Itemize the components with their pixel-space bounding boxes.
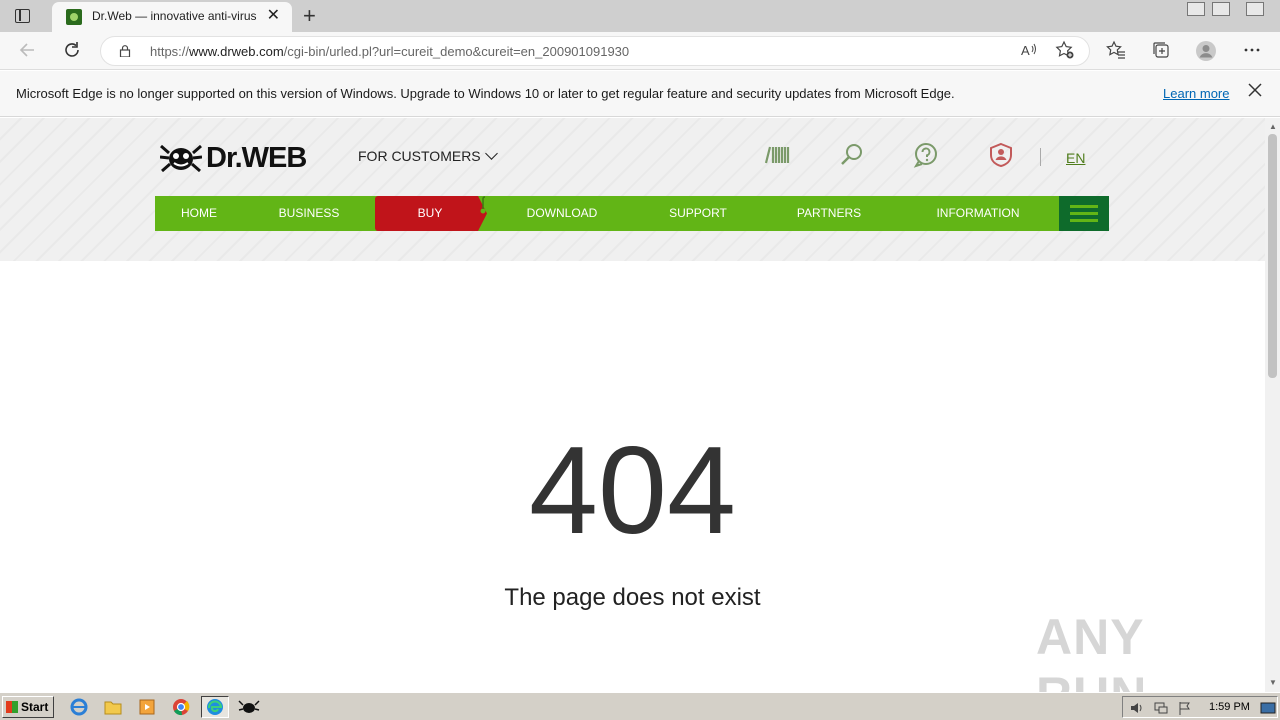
infobar-message: Microsoft Edge is no longer supported on… — [16, 86, 955, 101]
spider-logo-icon — [160, 144, 202, 173]
nav-home[interactable]: HOME — [155, 196, 243, 231]
nav-information[interactable]: INFORMATION — [925, 196, 1031, 231]
read-aloud-icon[interactable]: A — [1018, 40, 1040, 62]
add-favorite-icon[interactable] — [1054, 40, 1076, 62]
system-tray: 1:59 PM — [1122, 696, 1278, 718]
scroll-up-icon[interactable]: ▲ — [1269, 122, 1277, 131]
url-text[interactable]: https://www.drweb.com/cgi-bin/urled.pl?u… — [150, 44, 629, 59]
language-switch[interactable]: EN — [1066, 150, 1085, 166]
for-customers-dropdown[interactable]: FOR CUSTOMERS — [358, 147, 498, 164]
web-page: Dr.WEB FOR CUSTOMERS EN HOME BUSINESS BU… — [0, 118, 1265, 692]
edge-icon — [207, 699, 223, 715]
drweb-spider-taskbar-icon[interactable] — [238, 697, 260, 717]
nav-partners[interactable]: PARTNERS — [779, 196, 879, 231]
minimize-button[interactable] — [1184, 0, 1208, 18]
active-tab[interactable]: Dr.Web — innovative anti-virus ✕ — [52, 2, 292, 32]
chevron-down-icon — [484, 147, 498, 160]
chrome-icon[interactable] — [170, 697, 192, 717]
header-divider — [1040, 148, 1041, 166]
lock-icon[interactable] — [119, 45, 131, 57]
for-customers-label: FOR CUSTOMERS — [358, 148, 481, 164]
learn-more-link[interactable]: Learn more — [1163, 86, 1229, 101]
edge-taskbar-button[interactable] — [201, 696, 229, 718]
search-icon[interactable] — [839, 142, 865, 168]
new-tab-button[interactable]: + — [303, 3, 316, 29]
scroll-thumb[interactable] — [1268, 134, 1277, 378]
infobar-close-icon[interactable] — [1247, 81, 1263, 104]
help-icon[interactable] — [913, 142, 939, 168]
taskbar-clock[interactable]: 1:59 PM — [1209, 701, 1250, 713]
svg-text:A: A — [1021, 43, 1030, 58]
nav-business[interactable]: BUSINESS — [255, 196, 363, 231]
tab-close-icon[interactable]: ✕ — [267, 7, 280, 25]
ie-icon[interactable] — [68, 697, 90, 717]
browser-toolbar: https://www.drweb.com/cgi-bin/urled.pl?u… — [0, 32, 1280, 70]
anyrun-watermark: ANY RUN — [1036, 609, 1146, 692]
media-player-icon[interactable] — [136, 697, 158, 717]
refresh-icon[interactable] — [61, 40, 83, 62]
hamburger-menu-icon[interactable] — [1059, 196, 1109, 231]
flag-icon[interactable] — [1177, 700, 1193, 716]
folder-icon[interactable] — [102, 697, 124, 717]
drweb-favicon-icon — [66, 9, 82, 25]
favorites-icon[interactable] — [1105, 40, 1127, 62]
logo-text: Dr.WEB — [206, 141, 307, 174]
error-code: 404 — [529, 422, 736, 560]
scroll-down-icon[interactable]: ▼ — [1269, 678, 1277, 687]
shield-account-icon[interactable] — [988, 142, 1014, 168]
more-menu-icon[interactable] — [1241, 40, 1263, 62]
windows-taskbar: Start 1:59 PM — [0, 692, 1280, 720]
site-header: Dr.WEB FOR CUSTOMERS EN HOME BUSINESS BU… — [0, 118, 1265, 261]
tab-strip: Dr.Web — innovative anti-virus ✕ + — [0, 0, 1280, 32]
nav-buy[interactable]: BUY — [375, 196, 485, 231]
show-desktop-icon[interactable] — [1260, 700, 1276, 716]
profile-avatar-icon[interactable] — [1195, 40, 1217, 62]
nav-support[interactable]: SUPPORT — [653, 196, 743, 231]
window-close-button[interactable] — [1240, 0, 1270, 18]
drweb-logo[interactable]: Dr.WEB — [160, 140, 307, 176]
network-icon[interactable] — [1153, 700, 1169, 716]
collections-icon[interactable] — [1150, 40, 1172, 62]
start-button[interactable]: Start — [2, 696, 54, 718]
main-nav: HOME BUSINESS BUY DOWNLOAD SUPPORT PARTN… — [155, 196, 1109, 231]
maximize-button[interactable] — [1209, 0, 1233, 18]
unsupported-os-infobar: Microsoft Edge is no longer supported on… — [0, 71, 1280, 117]
tab-actions-icon[interactable] — [12, 6, 34, 26]
address-bar[interactable]: https://www.drweb.com/cgi-bin/urled.pl?u… — [100, 36, 1090, 66]
back-arrow-icon[interactable] — [17, 40, 39, 62]
nav-download[interactable]: DOWNLOAD — [507, 196, 617, 231]
volume-icon[interactable] — [1129, 700, 1145, 716]
page-scrollbar[interactable]: ▲ ▼ — [1265, 118, 1280, 692]
barcode-icon[interactable] — [764, 142, 790, 168]
